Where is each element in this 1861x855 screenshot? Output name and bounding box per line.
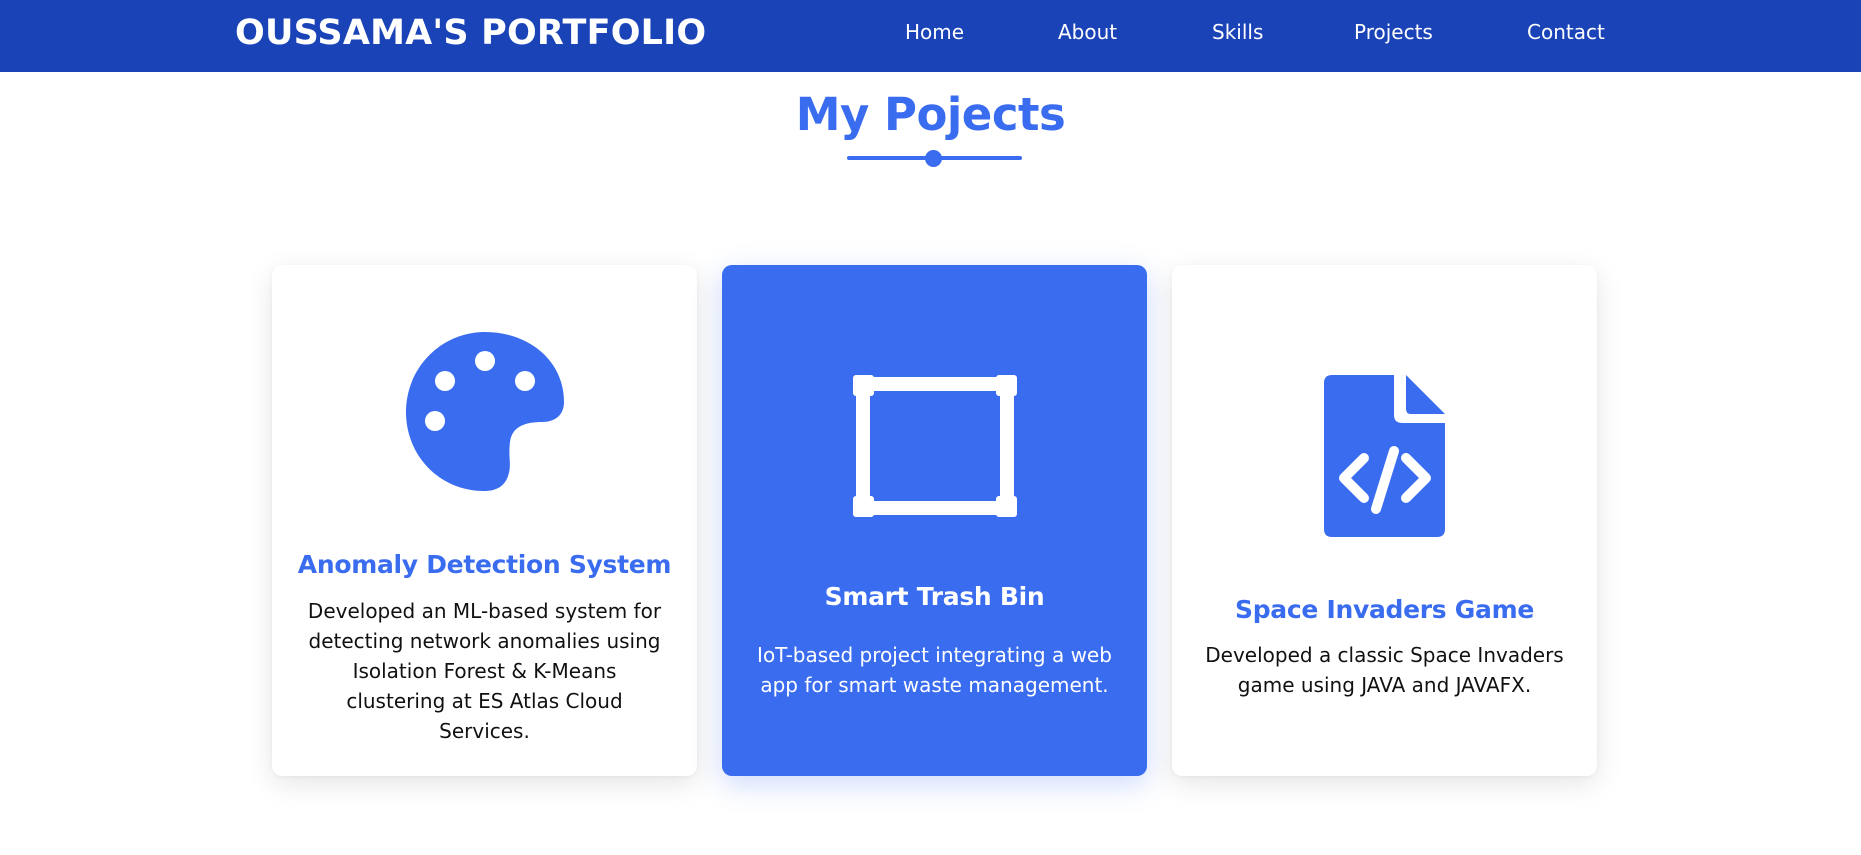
- nav-link-about[interactable]: About: [1058, 0, 1117, 66]
- nav-link-projects[interactable]: Projects: [1354, 0, 1433, 66]
- palette-icon: [272, 330, 697, 492]
- project-card-space-invaders[interactable]: Space Invaders Game Developed a classic …: [1172, 265, 1597, 776]
- file-code-icon: [1172, 375, 1597, 537]
- project-description: IoT-based project integrating a web app …: [757, 643, 1112, 697]
- project-description: Developed an ML-based system for detecti…: [307, 599, 662, 743]
- project-title: Space Invaders Game: [1235, 595, 1534, 624]
- project-description: Developed a classic Space Invaders game …: [1205, 643, 1564, 697]
- project-card-smart-trash-bin[interactable]: Smart Trash Bin IoT-based project integr…: [722, 265, 1147, 776]
- project-title: Anomaly Detection System: [297, 550, 672, 579]
- nav-link-contact[interactable]: Contact: [1527, 0, 1605, 66]
- title-underline-dot: [925, 150, 942, 167]
- section-title: My Pojects: [795, 88, 1066, 141]
- project-title: Smart Trash Bin: [824, 582, 1045, 611]
- vector-square-icon: [722, 375, 1147, 517]
- navbar: OUSSAMA'S PORTFOLIO Home About Skills Pr…: [0, 0, 1861, 72]
- brand-logo-text[interactable]: OUSSAMA'S PORTFOLIO: [235, 0, 706, 72]
- nav-link-skills[interactable]: Skills: [1212, 0, 1263, 66]
- nav-link-home[interactable]: Home: [905, 0, 964, 66]
- project-card-anomaly-detection[interactable]: Anomaly Detection System Developed an ML…: [272, 265, 697, 776]
